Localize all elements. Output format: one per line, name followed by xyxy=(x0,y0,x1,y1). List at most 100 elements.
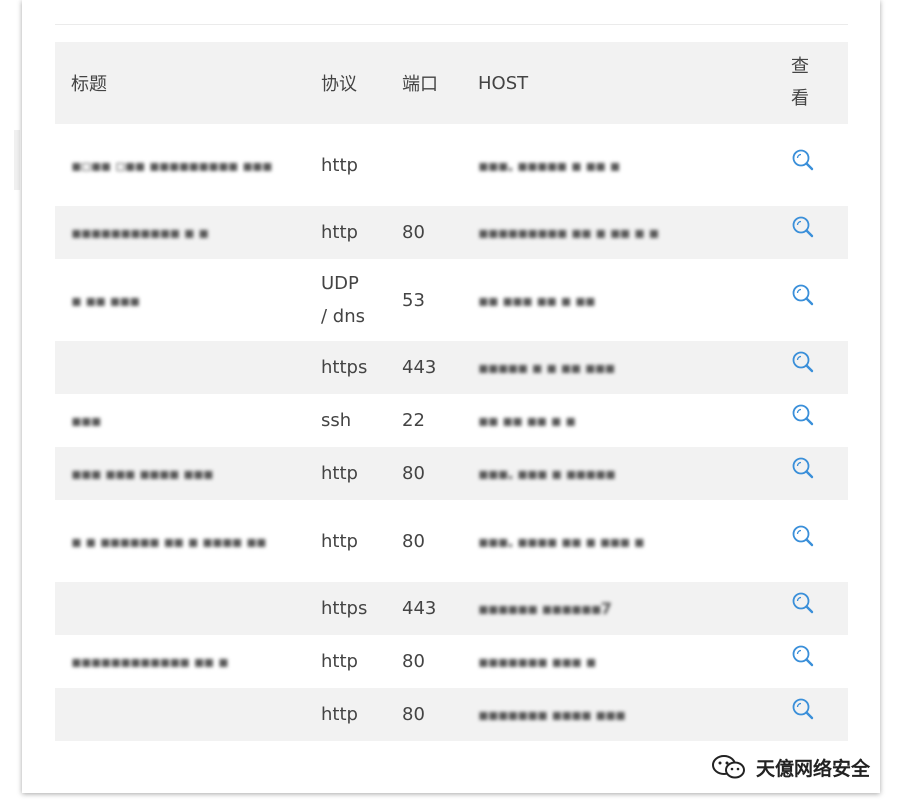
cell-port: 80 xyxy=(402,688,478,741)
cell-port: 80 xyxy=(402,206,478,259)
table-row: ▪ ▪ ▪▪▪▪▪▪ ▪▪ ▪ ▪▪▪▪ ▪▪ http 80 ▪▪▪. ▪▪▪▪ ▪… xyxy=(55,500,848,582)
top-strip xyxy=(55,0,848,25)
cell-title: ▪▪▪ ▪▪▪ ▪▪▪▪ ▪▪▪ xyxy=(55,447,321,500)
cell-title: ▪▪▪▪▪▪▪▪▪▪▪ ▪ ▪ xyxy=(55,206,321,259)
column-header-host: HOST xyxy=(478,42,791,124)
search-icon[interactable] xyxy=(791,697,815,721)
cell-host: ▪▪▪. ▪▪▪▪ ▪▪ ▪ ▪▪▪ ▪ xyxy=(478,500,791,582)
cell-protocol: https xyxy=(321,582,402,635)
cell-title: ▪▪▪▪▪▪▪▪▪▪▪▪ ▪▪ ▪ xyxy=(55,635,321,688)
cell-view xyxy=(791,447,848,500)
cell-host: ▪▪▪. ▪▪▪▪▪ ▪ ▪▪ ▪ xyxy=(478,124,791,206)
redacted-host: ▪▪ ▪▪▪ ▪▪ ▪ ▪▪ xyxy=(478,290,596,310)
redacted-host: ▪▪▪▪▪▪▪ ▪▪▪ ▪ xyxy=(478,652,596,671)
redacted-host: ▪▪ ▪▪ ▪▪ ▪ ▪ xyxy=(478,411,576,430)
cell-port: 22 xyxy=(402,394,478,447)
table-row: https 443 ▪▪▪▪▪ ▪ ▪ ▪▪ ▪▪▪ xyxy=(55,341,848,394)
cell-host: ▪▪▪▪▪▪▪ ▪▪▪ ▪ xyxy=(478,635,791,688)
search-icon[interactable] xyxy=(791,403,815,427)
cell-view xyxy=(791,341,848,394)
search-icon[interactable] xyxy=(791,283,815,307)
watermark: 天億网络安全 xyxy=(710,752,870,782)
cell-view xyxy=(791,206,848,259)
cell-protocol: http xyxy=(321,124,402,206)
table-row: ▪▪▪▪▪▪▪▪▪▪▪ ▪ ▪ http 80 ▪▪▪▪▪▪▪▪▪ ▪▪ ▪ ▪▪ ▪… xyxy=(55,206,848,259)
search-icon[interactable] xyxy=(791,644,815,668)
redacted-title: ▪▪▪ ▪▪▪ ▪▪▪▪ ▪▪▪ xyxy=(71,464,214,483)
cell-port: 80 xyxy=(402,500,478,582)
cell-host: ▪▪▪▪▪▪ ▪▪▪▪▪▪7 xyxy=(478,582,791,635)
redacted-title: ▪▪▪ xyxy=(71,411,102,430)
column-header-view: 查 看 xyxy=(791,42,848,124)
cell-protocol: http xyxy=(321,500,402,582)
redacted-host: ▪▪▪. ▪▪▪▪ ▪▪ ▪ ▪▪▪ ▪ xyxy=(478,531,645,551)
cell-title xyxy=(55,688,321,741)
watermark-text: 天億网络安全 xyxy=(756,757,871,780)
table-row: ▪▪▪▪▪▪▪▪▪▪▪▪ ▪▪ ▪ http 80 ▪▪▪▪▪▪▪ ▪▪▪ ▪ xyxy=(55,635,848,688)
table-row: ▪▫▪▪ ▫▪▪ ▪▪▪▪▪▪▪▪▪ ▪▪▪ http ▪▪▪. ▪▪▪▪▪ ▪ ▪… xyxy=(55,124,848,206)
cell-view xyxy=(791,394,848,447)
column-header-title: 标题 xyxy=(55,42,321,124)
cell-title: ▪▪▪ xyxy=(55,394,321,447)
search-icon[interactable] xyxy=(791,350,815,374)
redacted-title: ▪ ▪▪ ▪▪▪ xyxy=(71,290,140,310)
cell-host: ▪▪ ▪▪▪ ▪▪ ▪ ▪▪ xyxy=(478,259,791,341)
redacted-host: ▪▪▪. ▪▪▪ ▪ ▪▪▪▪▪ xyxy=(478,464,616,483)
cell-title: ▪ ▪▪ ▪▪▪ xyxy=(55,259,321,341)
search-icon[interactable] xyxy=(791,524,815,548)
cell-view xyxy=(791,635,848,688)
redacted-title: ▪▪▪▪▪▪▪▪▪▪▪ ▪ ▪ xyxy=(71,223,209,242)
cell-view xyxy=(791,259,848,341)
cell-title: ▪▫▪▪ ▫▪▪ ▪▪▪▪▪▪▪▪▪ ▪▪▪ xyxy=(55,124,321,206)
table-row: http 80 ▪▪▪▪▪▪▪ ▪▪▪▪ ▪▪▪ xyxy=(55,688,848,741)
cell-protocol: https xyxy=(321,341,402,394)
redacted-host: ▪▪▪▪▪▪▪▪▪ ▪▪ ▪ ▪▪ ▪ ▪ xyxy=(478,223,659,242)
table-row: https 443 ▪▪▪▪▪▪ ▪▪▪▪▪▪7 xyxy=(55,582,848,635)
column-header-port: 端口 xyxy=(402,42,478,124)
cell-port: 80 xyxy=(402,635,478,688)
cell-protocol: UDP / dns xyxy=(321,259,402,341)
search-icon[interactable] xyxy=(791,215,815,239)
redacted-title: ▪▫▪▪ ▫▪▪ ▪▪▪▪▪▪▪▪▪ ▪▪▪ xyxy=(71,155,273,175)
search-icon[interactable] xyxy=(791,148,815,172)
redacted-host: ▪▪▪▪▪▪ ▪▪▪▪▪▪7 xyxy=(478,599,612,618)
table-header-row: 标题 协议 端口 HOST 查 看 xyxy=(55,42,848,124)
search-icon[interactable] xyxy=(791,591,815,615)
cell-port: 443 xyxy=(402,582,478,635)
cell-port: 80 xyxy=(402,447,478,500)
cell-host: ▪▪▪. ▪▪▪ ▪ ▪▪▪▪▪ xyxy=(478,447,791,500)
cell-title xyxy=(55,582,321,635)
cell-protocol: http xyxy=(321,635,402,688)
cell-protocol: http xyxy=(321,206,402,259)
cell-port: 53 xyxy=(402,259,478,341)
column-header-protocol: 协议 xyxy=(321,42,402,124)
table-body: ▪▫▪▪ ▫▪▪ ▪▪▪▪▪▪▪▪▪ ▪▪▪ http ▪▪▪. ▪▪▪▪▪ ▪ ▪… xyxy=(55,124,848,741)
cell-port xyxy=(402,124,478,206)
asset-table: 标题 协议 端口 HOST 查 看 ▪▫▪▪ ▫▪▪ ▪▪▪▪▪▪▪▪▪ ▪▪▪… xyxy=(55,42,848,741)
redacted-title: ▪▪▪▪▪▪▪▪▪▪▪▪ ▪▪ ▪ xyxy=(71,652,229,671)
cell-host: ▪▪ ▪▪ ▪▪ ▪ ▪ xyxy=(478,394,791,447)
search-icon[interactable] xyxy=(791,456,815,480)
cell-view xyxy=(791,500,848,582)
cell-protocol: http xyxy=(321,688,402,741)
cell-host: ▪▪▪▪▪ ▪ ▪ ▪▪ ▪▪▪ xyxy=(478,341,791,394)
redacted-title: ▪ ▪ ▪▪▪▪▪▪ ▪▪ ▪ ▪▪▪▪ ▪▪ xyxy=(71,531,267,551)
redacted-host: ▪▪▪▪▪ ▪ ▪ ▪▪ ▪▪▪ xyxy=(478,358,615,377)
cell-host: ▪▪▪▪▪▪▪ ▪▪▪▪ ▪▪▪ xyxy=(478,688,791,741)
cell-title xyxy=(55,341,321,394)
cell-view xyxy=(791,582,848,635)
wechat-icon xyxy=(712,755,745,779)
table-row: ▪▪▪ ssh 22 ▪▪ ▪▪ ▪▪ ▪ ▪ xyxy=(55,394,848,447)
cell-protocol: ssh xyxy=(321,394,402,447)
cell-host: ▪▪▪▪▪▪▪▪▪ ▪▪ ▪ ▪▪ ▪ ▪ xyxy=(478,206,791,259)
cell-view xyxy=(791,124,848,206)
table-row: ▪ ▪▪ ▪▪▪ UDP / dns 53 ▪▪ ▪▪▪ ▪▪ ▪ ▪▪ xyxy=(55,259,848,341)
table-row: ▪▪▪ ▪▪▪ ▪▪▪▪ ▪▪▪ http 80 ▪▪▪. ▪▪▪ ▪ ▪▪▪▪▪ xyxy=(55,447,848,500)
cell-title: ▪ ▪ ▪▪▪▪▪▪ ▪▪ ▪ ▪▪▪▪ ▪▪ xyxy=(55,500,321,582)
redacted-host: ▪▪▪▪▪▪▪ ▪▪▪▪ ▪▪▪ xyxy=(478,705,626,724)
redacted-host: ▪▪▪. ▪▪▪▪▪ ▪ ▪▪ ▪ xyxy=(478,155,620,175)
column-header-view-line1: 查 xyxy=(791,56,809,77)
cell-port: 443 xyxy=(402,341,478,394)
cell-protocol: http xyxy=(321,447,402,500)
background-edge xyxy=(14,130,20,190)
